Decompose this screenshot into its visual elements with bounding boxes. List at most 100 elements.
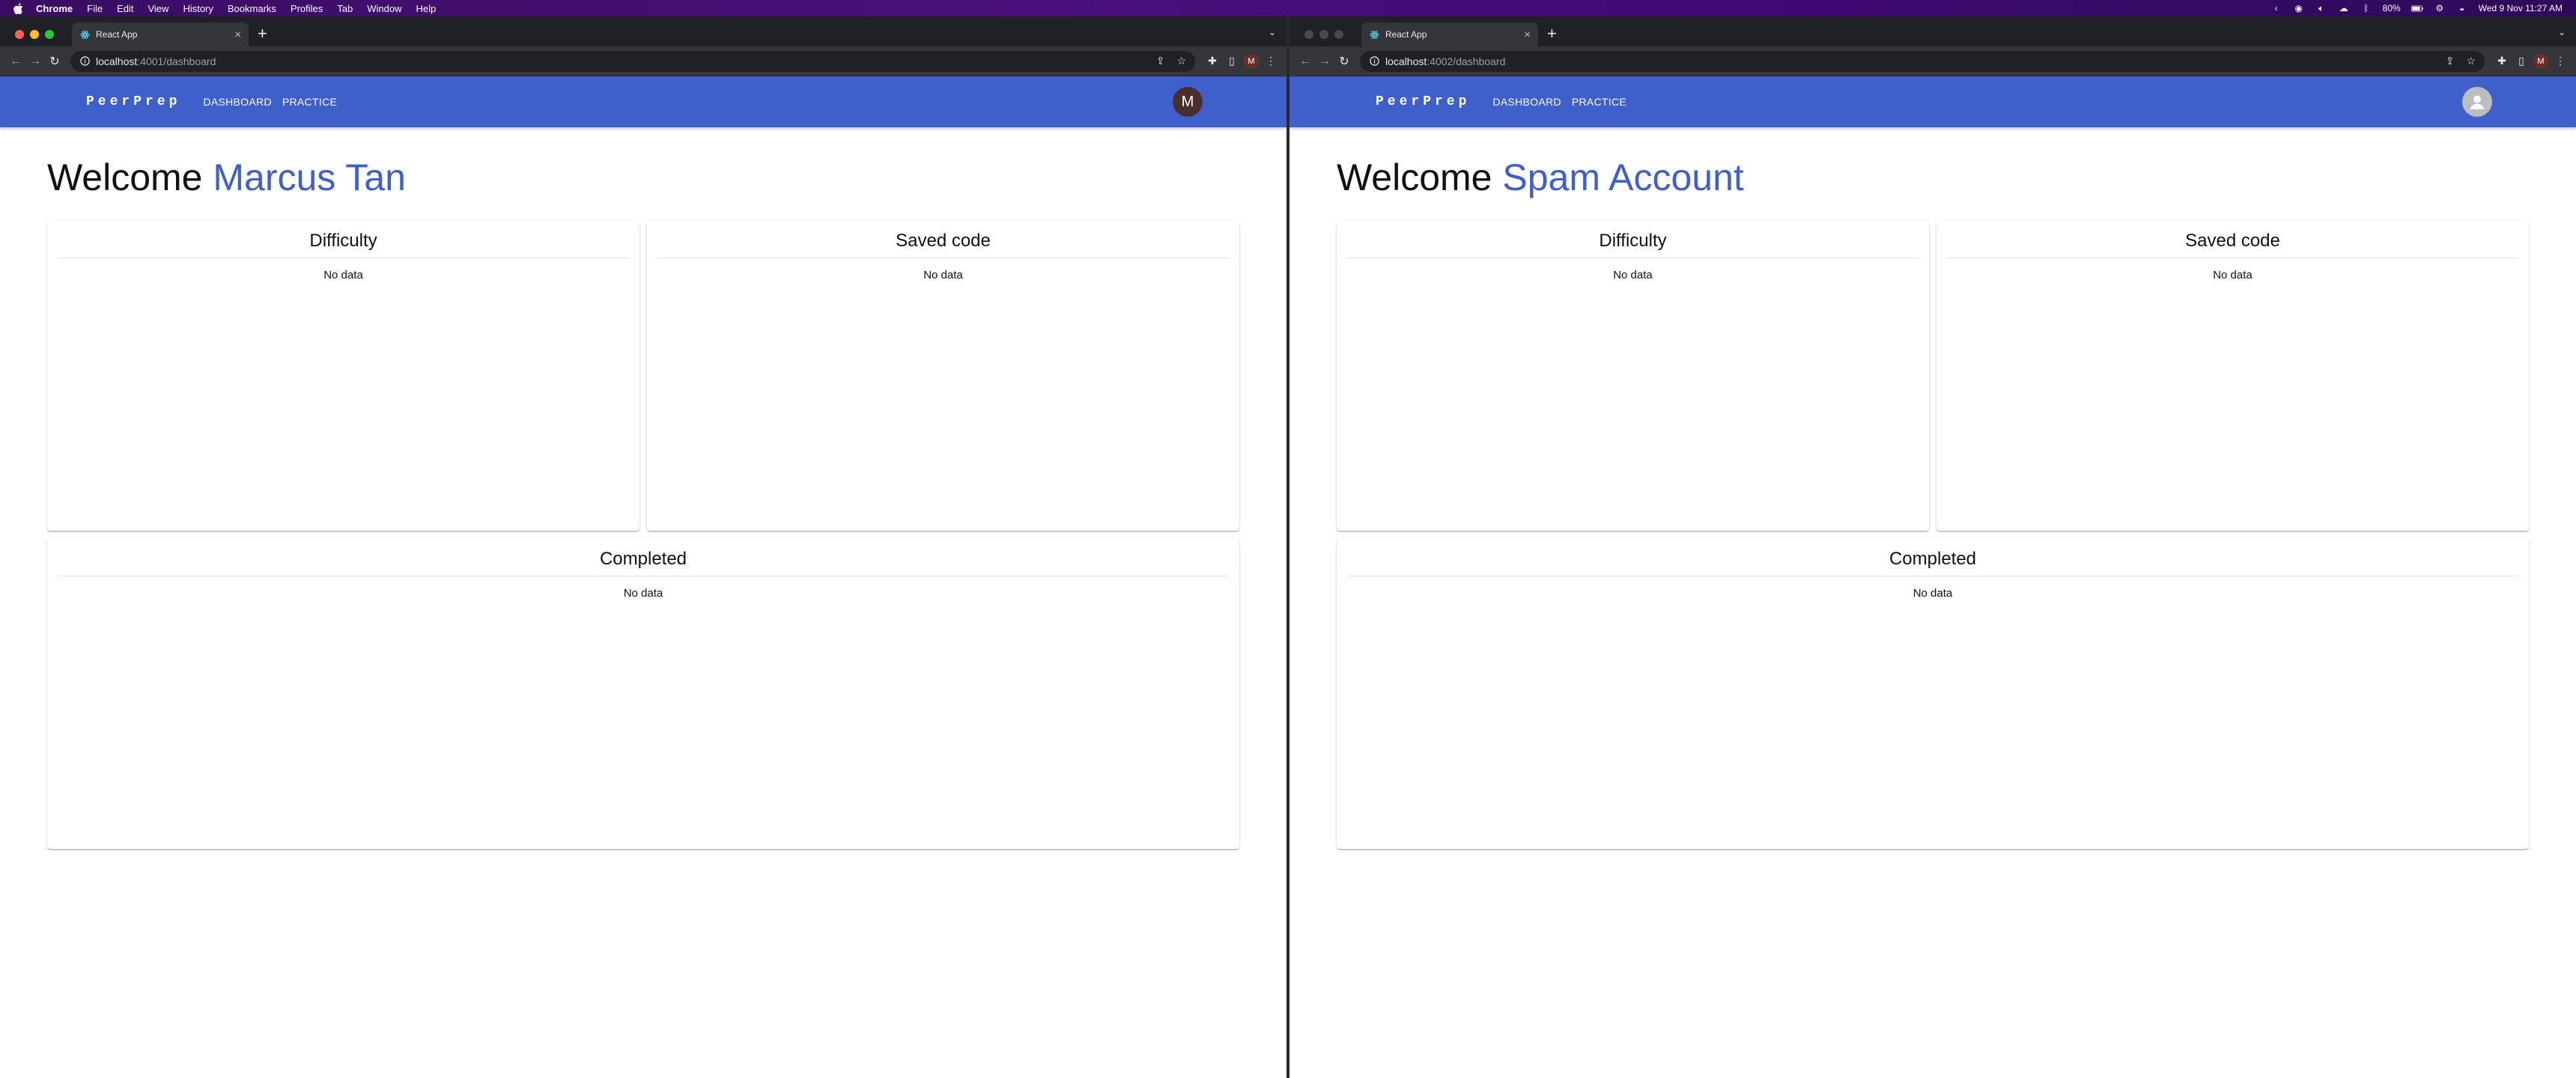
tab-strip: React App × + ⌄ xyxy=(0,16,1287,46)
difficulty-card: Difficulty No data xyxy=(47,220,640,531)
cloud-icon[interactable]: ☁︎ xyxy=(2338,3,2350,13)
dashboard-content: Welcome Spam Account Difficulty No data … xyxy=(1289,127,2576,849)
user-avatar-placeholder-icon[interactable] xyxy=(2462,87,2492,117)
tab-title: React App xyxy=(1385,29,1427,40)
menu-window[interactable]: Window xyxy=(367,3,401,14)
app-header: PeerPrep DASHBOARD PRACTICE xyxy=(1289,76,2576,127)
extensions-puzzle-icon[interactable]: ✚ xyxy=(2492,52,2512,71)
brand-logo[interactable]: PeerPrep xyxy=(86,94,180,109)
nav-practice[interactable]: PRACTICE xyxy=(1572,96,1626,108)
address-bar[interactable]: localhost:4001/dashboard ⇪ ☆ xyxy=(70,50,1195,72)
bluetooth-icon[interactable]: ᛒ xyxy=(2360,3,2372,13)
url-host: localhost xyxy=(1385,55,1427,67)
menu-app-name[interactable]: Chrome xyxy=(36,3,73,14)
side-panel-icon[interactable]: ▯ xyxy=(1222,52,1242,71)
more-menu-icon[interactable]: ⋮ xyxy=(2551,52,2570,71)
menu-tab[interactable]: Tab xyxy=(337,3,353,14)
card-title: Saved code xyxy=(1947,231,2518,258)
menu-edit[interactable]: Edit xyxy=(117,3,133,14)
record-icon[interactable]: ◉ xyxy=(2293,3,2305,13)
menu-profiles[interactable]: Profiles xyxy=(291,3,323,14)
menu-file[interactable]: File xyxy=(87,3,103,14)
browser-tab[interactable]: React App × xyxy=(72,22,249,46)
info-icon[interactable] xyxy=(79,56,90,67)
forward-arrow-icon[interactable]: → xyxy=(25,52,45,71)
macos-menu-bar: Chrome File Edit View History Bookmarks … xyxy=(0,0,2576,16)
url-path: :4002/dashboard xyxy=(1427,55,1506,67)
user-avatar[interactable]: M xyxy=(1173,87,1203,117)
difficulty-card: Difficulty No data xyxy=(1337,220,1929,531)
zoom-window-button[interactable] xyxy=(45,30,54,39)
share-icon[interactable]: ⇪ xyxy=(1156,55,1165,67)
close-tab-icon[interactable]: × xyxy=(234,28,241,41)
react-icon xyxy=(1369,29,1379,40)
menubar-clock[interactable]: Wed 9 Nov 11:27 AM xyxy=(2479,3,2563,13)
new-tab-icon[interactable]: + xyxy=(258,25,267,42)
completed-card: Completed No data xyxy=(47,538,1239,849)
card-title: Completed xyxy=(58,549,1229,576)
nav-dashboard[interactable]: DASHBOARD xyxy=(203,96,271,108)
url-path: :4001/dashboard xyxy=(137,55,216,67)
close-window-button[interactable] xyxy=(1304,30,1313,39)
browser-tab[interactable]: React App × xyxy=(1361,22,1538,46)
chevron-left-icon[interactable]: ‹ xyxy=(2270,3,2282,13)
saved-code-card: Saved code No data xyxy=(1936,220,2529,531)
browser-toolbar: ← → ↻ localhost:4001/dashboard ⇪ ☆ ✚ ▯ M… xyxy=(0,46,1287,76)
welcome-heading: Welcome Spam Account xyxy=(1337,150,2529,205)
control-center-icon[interactable]: ⚙︎ xyxy=(2434,3,2446,13)
close-window-button[interactable] xyxy=(15,30,24,39)
menu-bookmarks[interactable]: Bookmarks xyxy=(228,3,276,14)
side-panel-icon[interactable]: ▯ xyxy=(2512,52,2531,71)
profile-button[interactable]: M xyxy=(1242,52,1261,71)
tab-search-chevron-icon[interactable]: ⌄ xyxy=(1269,27,1276,37)
browser-window-left: React App × + ⌄ ← → ↻ localhost:4001/das… xyxy=(0,16,1287,1078)
menu-history[interactable]: History xyxy=(183,3,213,14)
card-title: Completed xyxy=(1347,549,2518,576)
apple-icon[interactable] xyxy=(12,2,24,14)
card-title: Difficulty xyxy=(58,231,629,258)
extensions-puzzle-icon[interactable]: ✚ xyxy=(1203,52,1222,71)
completed-card: Completed No data xyxy=(1337,538,2529,849)
battery-percent: 80% xyxy=(2382,3,2401,13)
welcome-heading: Welcome Marcus Tan xyxy=(47,150,1239,205)
tab-title: React App xyxy=(96,29,138,40)
profile-button[interactable]: M xyxy=(2531,52,2551,71)
bookmark-star-icon[interactable]: ☆ xyxy=(2466,55,2476,67)
new-tab-icon[interactable]: + xyxy=(1547,25,1557,42)
tab-strip: React App × + ⌄ xyxy=(1289,16,2576,46)
card-title: Saved code xyxy=(657,231,1229,258)
url-host: localhost xyxy=(96,55,138,67)
empty-state-text: No data xyxy=(623,587,663,600)
close-tab-icon[interactable]: × xyxy=(1524,28,1531,41)
welcome-text: Welcome xyxy=(1337,156,1492,198)
share-icon[interactable]: ⇪ xyxy=(2446,55,2455,67)
battery-icon[interactable] xyxy=(2411,3,2423,13)
info-icon[interactable] xyxy=(1369,56,1379,67)
omnibox-actions: ⇪ ☆ xyxy=(2446,55,2476,67)
reload-icon[interactable]: ↻ xyxy=(45,52,64,71)
tab-search-chevron-icon[interactable]: ⌄ xyxy=(2558,27,2566,37)
nav-dashboard[interactable]: DASHBOARD xyxy=(1492,96,1561,108)
forward-arrow-icon[interactable]: → xyxy=(1315,52,1334,71)
dashboard-grid: Difficulty No data Saved code No data Co… xyxy=(1337,220,2529,849)
reload-icon[interactable]: ↻ xyxy=(1334,52,1354,71)
empty-state-text: No data xyxy=(2213,269,2253,281)
back-arrow-icon[interactable]: ← xyxy=(6,52,25,71)
profile-initial: M xyxy=(1244,53,1259,69)
minimize-window-button[interactable] xyxy=(30,30,39,39)
react-icon xyxy=(79,29,90,40)
zoom-window-button[interactable] xyxy=(1334,30,1343,39)
menu-help[interactable]: Help xyxy=(416,3,437,14)
profile-initial: M xyxy=(2533,53,2548,69)
bookmark-star-icon[interactable]: ☆ xyxy=(1176,55,1186,67)
nav-practice[interactable]: PRACTICE xyxy=(282,96,337,108)
menu-view[interactable]: View xyxy=(148,3,168,14)
minimize-window-button[interactable] xyxy=(1319,30,1328,39)
window-controls xyxy=(15,30,54,39)
volume-icon[interactable]: 🔈︎ xyxy=(2315,3,2327,13)
wifi-icon[interactable]: ◒ xyxy=(2456,3,2468,13)
brand-logo[interactable]: PeerPrep xyxy=(1376,94,1470,109)
address-bar[interactable]: localhost:4002/dashboard ⇪ ☆ xyxy=(1360,50,2485,72)
more-menu-icon[interactable]: ⋮ xyxy=(1261,52,1281,71)
back-arrow-icon[interactable]: ← xyxy=(1295,52,1315,71)
